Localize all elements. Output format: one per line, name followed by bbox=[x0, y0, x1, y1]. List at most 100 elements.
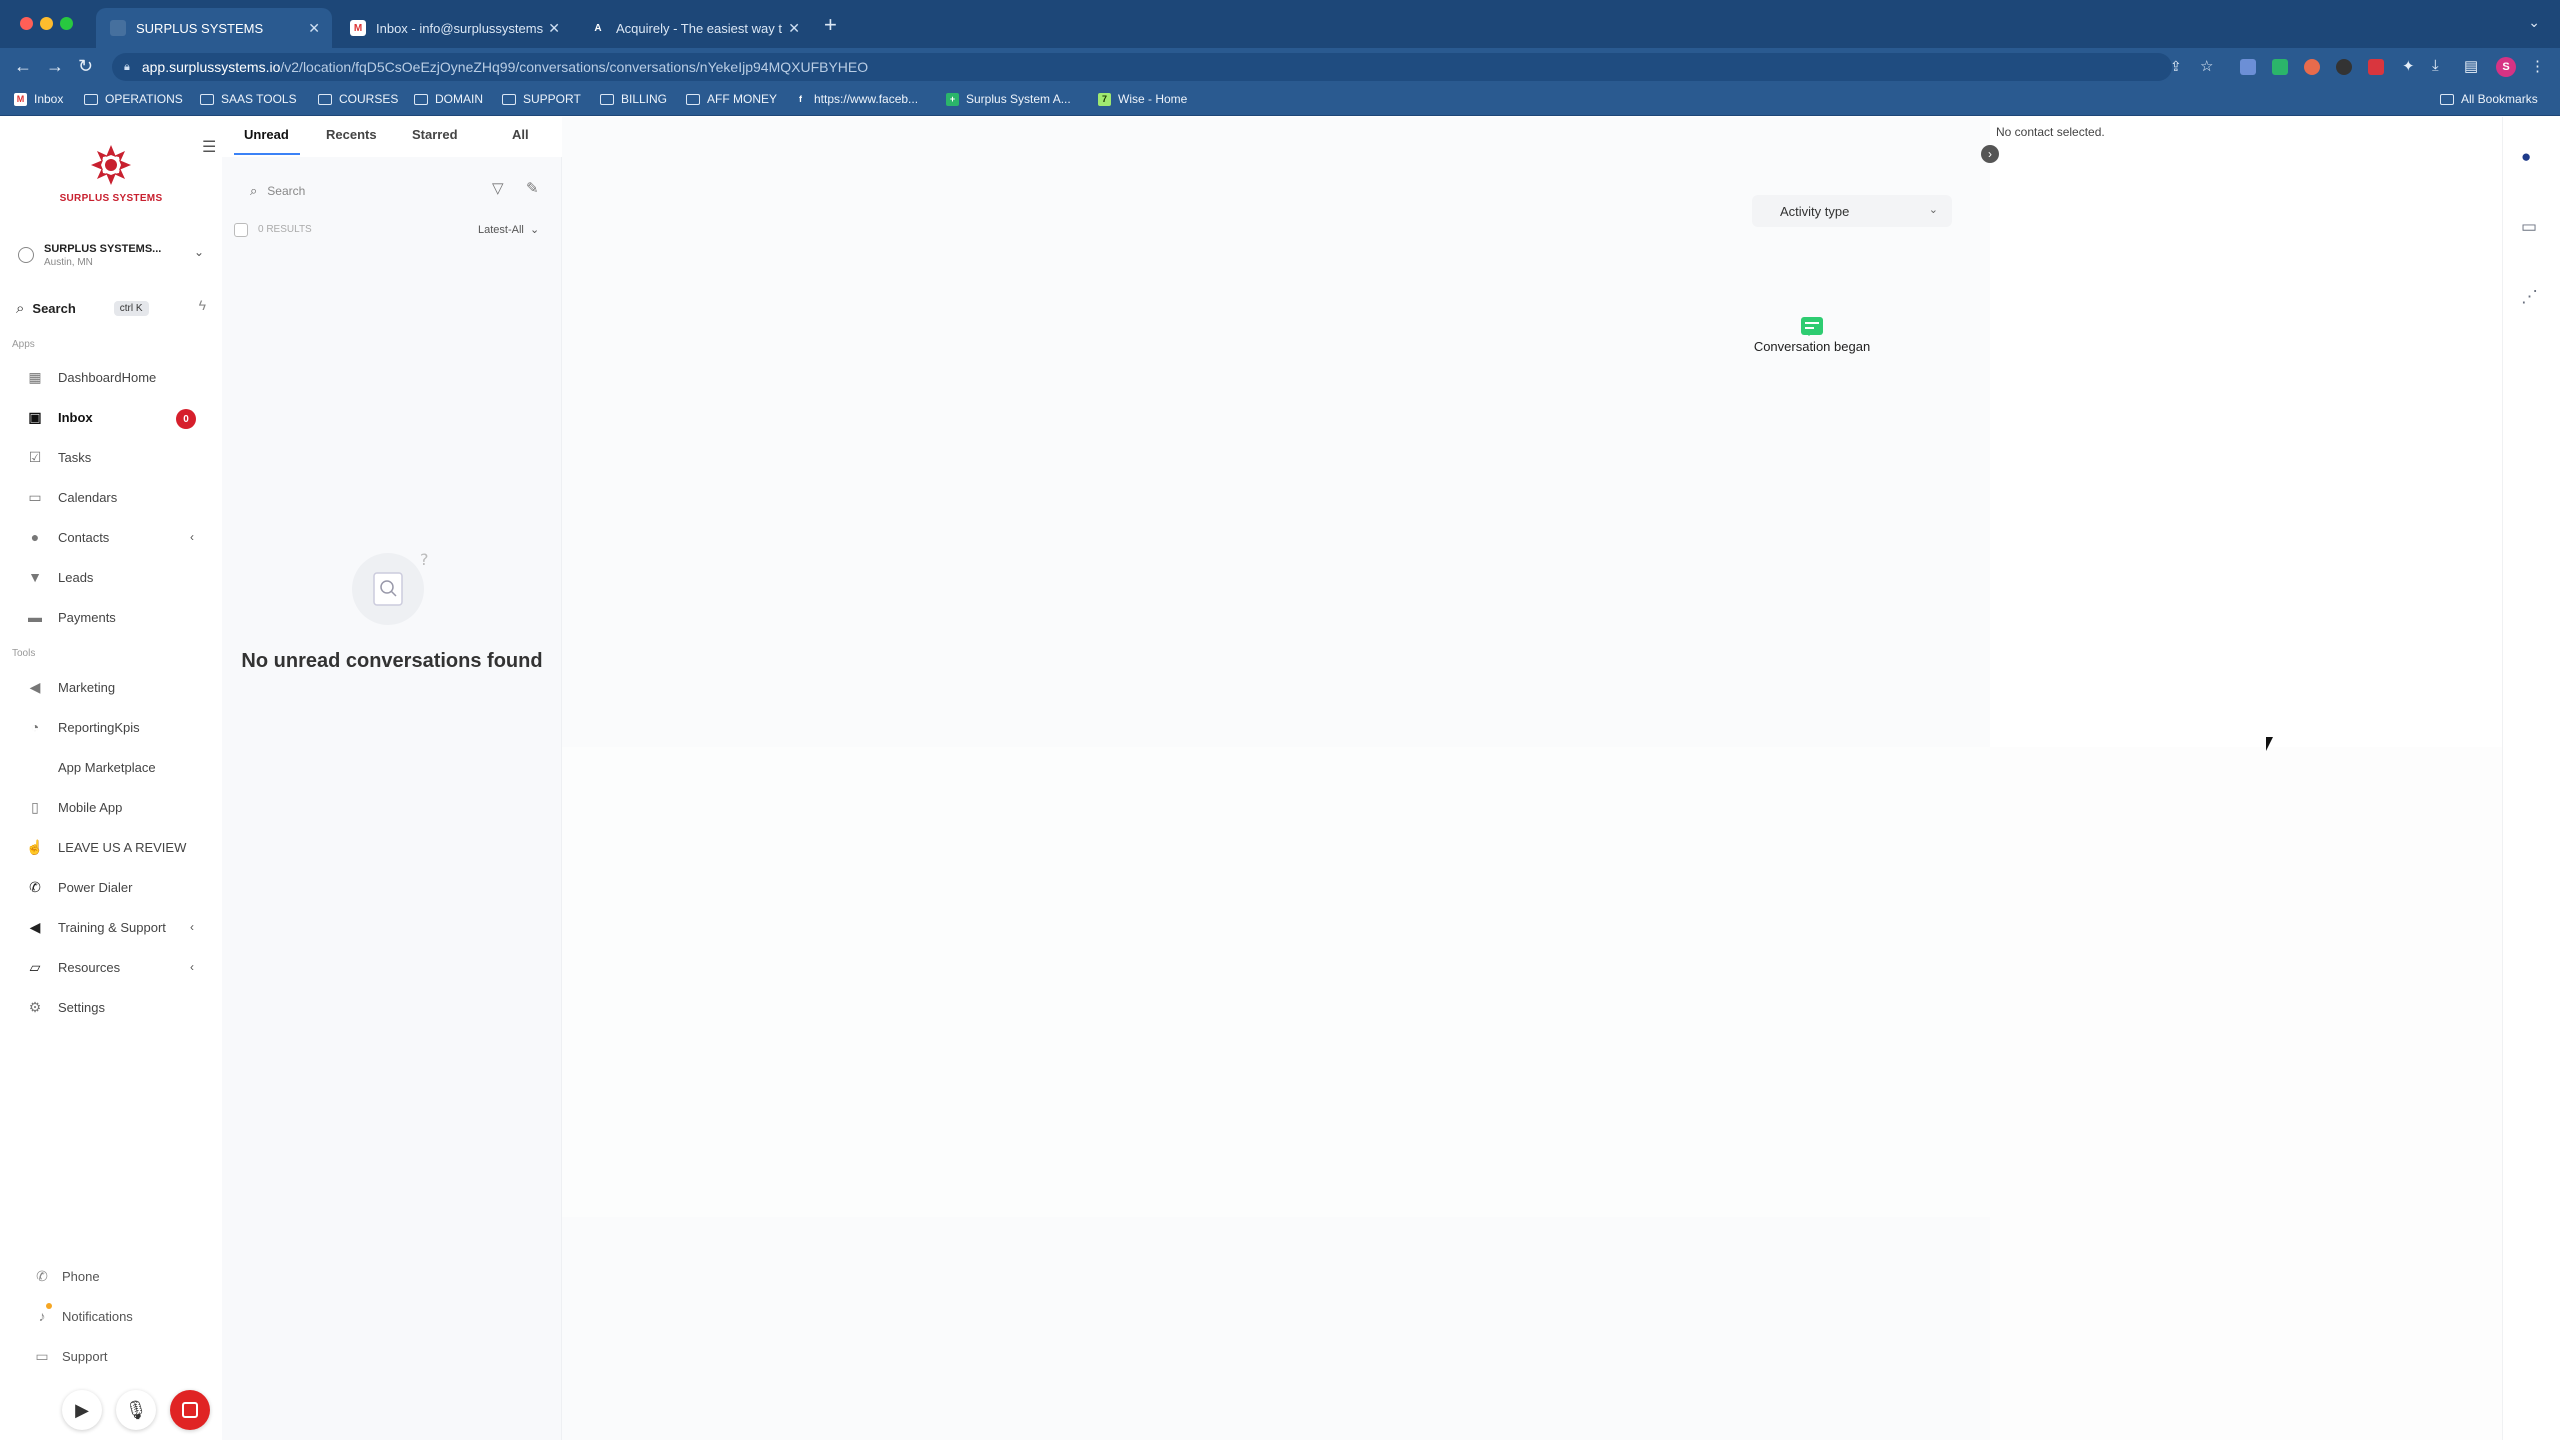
sidebar-item-label: Power Dialer bbox=[58, 879, 133, 895]
microphone-button[interactable]: 🎙︎ bbox=[116, 1390, 156, 1430]
stop-recording-button[interactable] bbox=[170, 1390, 210, 1430]
sidebar-item-mobile-app[interactable]: ▯ Mobile App bbox=[26, 792, 206, 822]
bookmark-folder[interactable]: BILLING bbox=[600, 92, 667, 106]
bookmark-wise[interactable]: 7 Wise - Home bbox=[1098, 92, 1187, 106]
bookmark-folder[interactable]: OPERATIONS bbox=[84, 92, 183, 106]
sidebar-item-resources[interactable]: ▱ Resources ‹ bbox=[26, 952, 206, 982]
sidebar-search[interactable]: ⌕ Search ctrl K ϟ bbox=[16, 295, 206, 321]
bookmark-folder[interactable]: DOMAIN bbox=[414, 92, 483, 106]
bookmark-label: https://www.faceb... bbox=[814, 92, 919, 106]
tab-all[interactable]: All bbox=[512, 127, 529, 142]
sidebar-phone[interactable]: ✆ Phone bbox=[34, 1263, 99, 1289]
sidebar-item-payments[interactable]: ▬ Payments bbox=[26, 602, 206, 632]
browser-tab-acquirely[interactable]: A Acquirely - The easiest way t ✕ bbox=[576, 8, 812, 48]
download-icon[interactable]: ⤓ bbox=[2432, 57, 2439, 74]
new-tab-button[interactable]: + bbox=[824, 12, 837, 38]
url-host: app.surplussystems.io bbox=[141, 59, 281, 75]
tab-unread[interactable]: Unread bbox=[244, 127, 289, 142]
sidebar-item-reporting[interactable]: ◔ ReportingKpis bbox=[26, 712, 206, 742]
camera-button[interactable]: ▶ bbox=[62, 1390, 102, 1430]
conversation-search[interactable]: ⌕ Search bbox=[250, 183, 305, 199]
sidebar-item-training[interactable]: ◀ Training & Support ‹ bbox=[26, 912, 206, 942]
sidebar-notifications[interactable]: ♪ Notifications bbox=[34, 1303, 133, 1329]
all-bookmarks[interactable]: All Bookmarks bbox=[2440, 92, 2538, 106]
sidebar-item-settings[interactable]: ⚙ Settings bbox=[26, 992, 206, 1022]
microphone-icon: 🎙︎ bbox=[124, 1399, 148, 1420]
sidebar-item-marketing[interactable]: ◀ Marketing bbox=[26, 672, 206, 702]
bookmark-label: Wise - Home bbox=[1118, 92, 1188, 106]
sidebar-item-leads[interactable]: ▼ Leads bbox=[26, 562, 206, 592]
bookmark-label: DOMAIN bbox=[435, 92, 483, 106]
minimize-window-button[interactable] bbox=[40, 17, 53, 30]
sidebar-item-contacts[interactable]: ● Contacts ‹ bbox=[26, 522, 206, 552]
sidebar-item-review[interactable]: ☝ LEAVE US A REVIEW bbox=[26, 832, 206, 862]
tab-starred[interactable]: Starred bbox=[412, 127, 458, 142]
close-window-button[interactable] bbox=[20, 17, 33, 30]
extension-icon[interactable] bbox=[2368, 59, 2384, 75]
sidebar-item-label: DashboardHome bbox=[58, 369, 157, 385]
account-switcher[interactable]: SURPLUS SYSTEMS... Austin, MN ⌄ bbox=[18, 235, 204, 275]
extension-icon[interactable] bbox=[2272, 59, 2288, 75]
browser-tab-inbox[interactable]: M Inbox - info@surplussystems ✕ bbox=[336, 8, 572, 48]
quick-action-icon[interactable]: ϟ bbox=[199, 297, 206, 313]
bookmarks-bar: M Inbox OPERATIONS SAAS TOOLS COURSES DOM… bbox=[0, 86, 2560, 116]
reload-icon[interactable]: ↻ bbox=[78, 56, 93, 77]
activity-type-dropdown[interactable]: Activity type ⌄ bbox=[1752, 195, 1952, 227]
share-icon[interactable]: ⇪ bbox=[2170, 58, 2182, 75]
close-tab-icon[interactable]: ✕ bbox=[788, 20, 800, 37]
bookmark-label: Inbox bbox=[34, 92, 64, 106]
sidebar-item-power-dialer[interactable]: ✆ Power Dialer bbox=[26, 872, 206, 902]
extension-icon[interactable] bbox=[2304, 59, 2320, 75]
select-all-checkbox[interactable] bbox=[234, 223, 248, 237]
bookmark-inbox[interactable]: M Inbox bbox=[14, 92, 63, 106]
extension-icon[interactable] bbox=[2336, 59, 2352, 75]
sidebar-item-inbox[interactable]: ▣ Inbox 0 bbox=[26, 402, 206, 432]
stop-icon bbox=[182, 1402, 198, 1418]
sidebar-item-label: App Marketplace bbox=[58, 759, 156, 775]
address-bar[interactable]: 🔒︎ app.surplussystems.io/v2/location/fqD… bbox=[112, 53, 2172, 81]
extensions-puzzle-icon[interactable]: ✦ bbox=[2402, 57, 2415, 75]
back-icon[interactable]: ← bbox=[14, 56, 32, 77]
conversation-detail: Activity type ⌄ Conversation began bbox=[562, 117, 1990, 1440]
empty-state-message: No unread conversations found bbox=[241, 650, 543, 672]
bookmark-folder[interactable]: SUPPORT bbox=[502, 92, 581, 106]
app-root: SURPLUS SYSTEMS ☰ SURPLUS SYSTEMS... Aus… bbox=[0, 117, 2560, 1440]
workflow-icon[interactable]: ⋰ bbox=[2521, 287, 2538, 307]
search-icon: ⌕ bbox=[250, 183, 258, 198]
profile-avatar[interactable]: S bbox=[2496, 57, 2516, 77]
tab-title: SURPLUS SYSTEMS bbox=[136, 20, 264, 36]
menu-kebab-icon[interactable]: ⋮ bbox=[2530, 57, 2545, 75]
browser-tab-surplus[interactable]: SURPLUS SYSTEMS ✕ bbox=[96, 8, 332, 48]
bookmark-surplus[interactable]: + Surplus System A... bbox=[946, 92, 1071, 106]
bookmark-folder[interactable]: SAAS TOOLS bbox=[200, 92, 297, 106]
funnel-icon: ▼ bbox=[28, 569, 42, 585]
calendar-icon[interactable]: ▭ bbox=[2521, 217, 2537, 237]
compose-icon[interactable]: ✎ bbox=[526, 179, 539, 197]
side-panel-icon[interactable]: ▤ bbox=[2464, 57, 2478, 75]
sidebar-item-calendars[interactable]: ▭ Calendars bbox=[26, 482, 206, 512]
close-tab-icon[interactable]: ✕ bbox=[548, 20, 560, 37]
collapse-panel-button[interactable]: › bbox=[1981, 145, 1999, 163]
sidebar-support[interactable]: ▭ Support bbox=[34, 1343, 107, 1369]
sidebar-item-dashboard[interactable]: ▦ DashboardHome bbox=[26, 362, 206, 392]
collapse-sidebar-icon[interactable]: ☰ bbox=[202, 137, 216, 157]
bookmark-facebook[interactable]: f https://www.faceb... bbox=[794, 92, 918, 106]
sidebar-item-tasks[interactable]: ☑ Tasks bbox=[26, 442, 206, 472]
bookmark-folder[interactable]: COURSES bbox=[318, 92, 398, 106]
tab-search-icon[interactable]: ⌄ bbox=[2528, 14, 2540, 31]
extension-icon[interactable] bbox=[2240, 59, 2256, 75]
sidebar-item-marketplace[interactable]: App Marketplace bbox=[26, 752, 206, 782]
bookmark-label: OPERATIONS bbox=[105, 92, 183, 106]
section-tools: Tools bbox=[12, 648, 36, 659]
tab-recents[interactable]: Recents bbox=[326, 127, 377, 142]
bookmark-label: SAAS TOOLS bbox=[221, 92, 297, 106]
forward-icon[interactable]: → bbox=[46, 56, 64, 77]
maximize-window-button[interactable] bbox=[60, 17, 73, 30]
bookmark-star-icon[interactable]: ☆ bbox=[2200, 57, 2213, 75]
contact-person-icon[interactable]: ● bbox=[2521, 147, 2531, 167]
filter-icon[interactable]: ▽ bbox=[492, 179, 504, 197]
sort-dropdown[interactable]: Latest-All ⌄ bbox=[478, 223, 539, 236]
close-tab-icon[interactable]: ✕ bbox=[308, 20, 320, 37]
bookmark-folder[interactable]: AFF MONEY bbox=[686, 92, 777, 106]
conversation-began-event: Conversation began bbox=[1712, 317, 1912, 354]
